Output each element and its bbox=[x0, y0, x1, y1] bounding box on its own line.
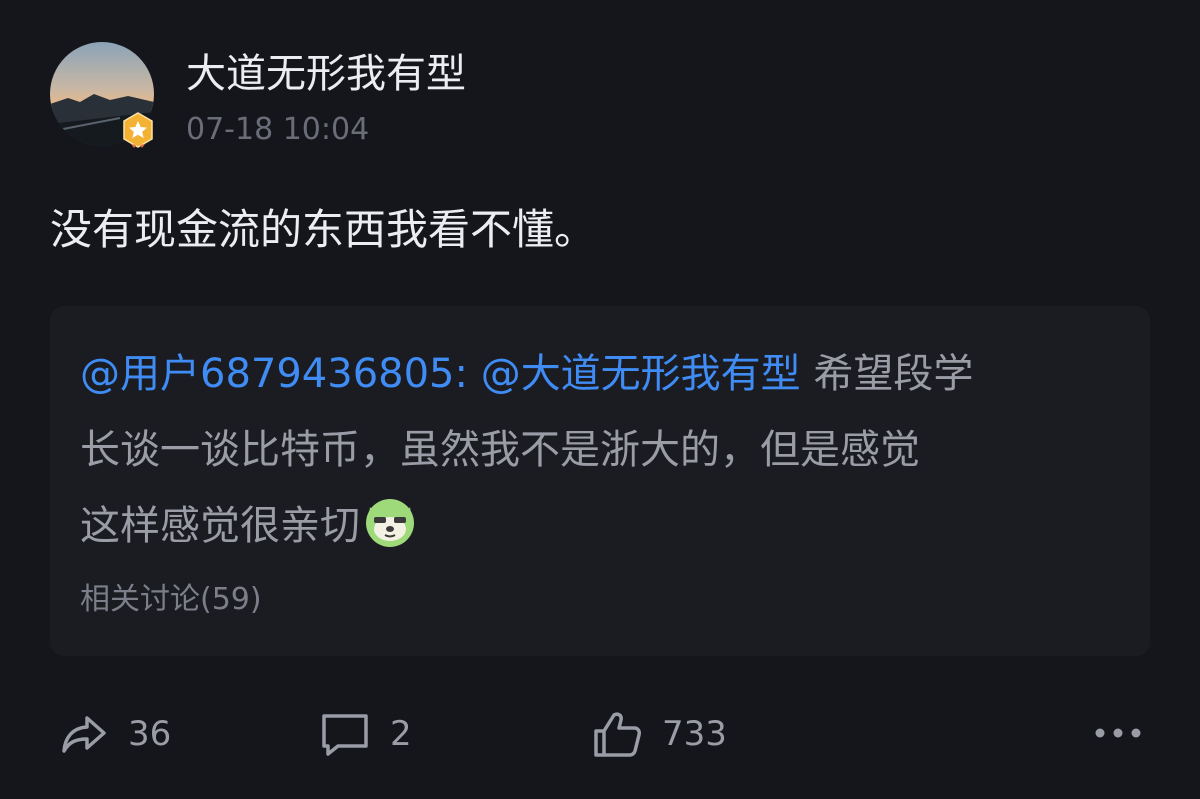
thumbs-up-icon bbox=[594, 712, 641, 757]
post-timestamp: 07-18 10:04 bbox=[186, 112, 370, 147]
comment-icon bbox=[322, 714, 368, 756]
share-icon bbox=[62, 716, 106, 753]
share-count: 36 bbox=[128, 714, 172, 754]
like-count: 733 bbox=[662, 714, 727, 754]
like-button[interactable]: 733 bbox=[592, 706, 727, 762]
star-badge-icon bbox=[123, 112, 153, 148]
mention-author[interactable]: @大道无形我有型 bbox=[481, 351, 801, 397]
related-discussion-link[interactable]: 相关讨论(59) bbox=[80, 580, 262, 620]
share-button[interactable]: 36 bbox=[60, 706, 171, 762]
quote-line-3: 这样感觉很亲切 bbox=[80, 503, 360, 549]
mention-user[interactable]: @用户6879436805: bbox=[80, 351, 468, 397]
avatar[interactable] bbox=[50, 42, 154, 148]
comment-button[interactable]: 2 bbox=[320, 706, 412, 762]
quoted-comment-card[interactable]: @用户6879436805: @大道无形我有型 希望段学 长谈一谈比特币，虽然我… bbox=[50, 306, 1150, 656]
quoted-comment-text: @用户6879436805: @大道无形我有型 希望段学 长谈一谈比特币，虽然我… bbox=[80, 336, 1120, 564]
comment-count: 2 bbox=[390, 714, 412, 754]
dog-sticker-icon bbox=[366, 499, 414, 547]
more-icon[interactable] bbox=[1092, 718, 1144, 748]
author-name[interactable]: 大道无形我有型 bbox=[186, 48, 466, 100]
post-body: 没有现金流的东西我看不懂。 bbox=[50, 205, 597, 254]
quote-line-1: 希望段学 bbox=[800, 351, 974, 397]
quote-line-2: 长谈一谈比特币，虽然我不是浙大的，但是感觉 bbox=[80, 427, 920, 473]
